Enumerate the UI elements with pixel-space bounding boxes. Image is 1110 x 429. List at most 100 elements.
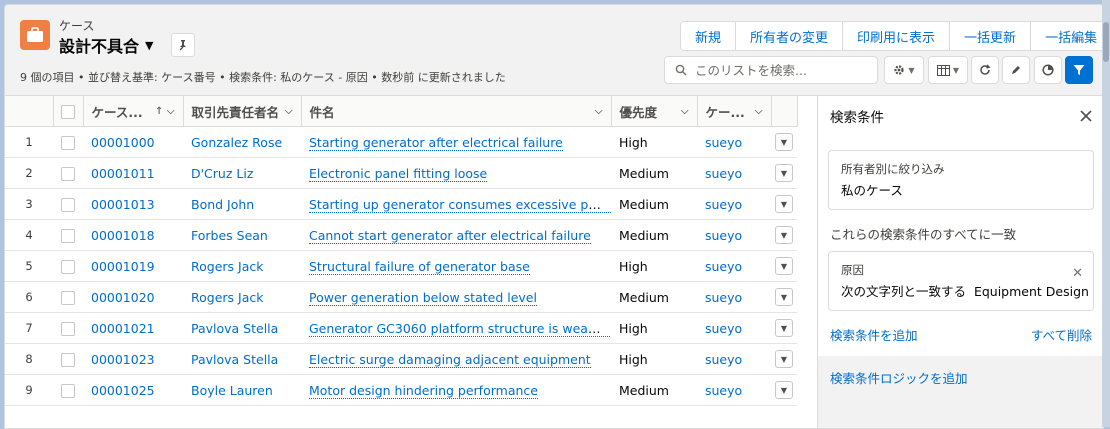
case-number-link[interactable]: 00001019	[83, 250, 183, 282]
subject-link[interactable]: Starting up generator consumes excessive…	[301, 188, 611, 220]
contact-name-link[interactable]: Rogers Jack	[183, 281, 301, 313]
filter-button[interactable]	[1065, 56, 1093, 84]
row-checkbox[interactable]	[53, 312, 83, 344]
contact-name-link[interactable]: Boyle Lauren	[183, 374, 301, 406]
contact-name-link[interactable]: Bond John	[183, 188, 301, 220]
row-number-header	[5, 96, 54, 127]
owner-alias-link[interactable]: sueyo	[697, 219, 771, 251]
row-checkbox[interactable]	[53, 188, 83, 220]
contact-name-link[interactable]: D'Cruz Liz	[183, 157, 301, 189]
refresh-icon	[980, 64, 991, 75]
contact-name-link[interactable]: Rogers Jack	[183, 250, 301, 282]
new-button[interactable]: 新規	[681, 22, 737, 50]
subject-link[interactable]: Structural failure of generator base	[301, 250, 611, 282]
row-action-menu[interactable]: ▼	[771, 374, 797, 406]
row-action-menu[interactable]: ▼	[771, 219, 797, 251]
pin-button[interactable]	[171, 33, 195, 57]
contact-name-link[interactable]: Pavlova Stella	[183, 343, 301, 375]
row-checkbox[interactable]	[53, 281, 83, 313]
row-checkbox[interactable]	[53, 126, 83, 158]
row-checkbox[interactable]	[53, 374, 83, 406]
case-number-link[interactable]: 00001021	[83, 312, 183, 344]
action-button-group: 新規 所有者の変更 印刷用に表示 一括更新 一括編集	[680, 21, 1103, 51]
subject-link[interactable]: Power generation below stated level	[301, 281, 611, 313]
row-action-menu[interactable]: ▼	[771, 312, 797, 344]
owner-alias-link[interactable]: sueyo	[697, 312, 771, 344]
owner-alias-link[interactable]: sueyo	[697, 157, 771, 189]
row-action-menu[interactable]: ▼	[771, 188, 797, 220]
owner-filter[interactable]: 所有者別に絞り込み 私のケース	[828, 150, 1094, 210]
owner-alias-link[interactable]: sueyo	[697, 374, 771, 406]
case-number-link[interactable]: 00001000	[83, 126, 183, 158]
list-view-picker[interactable]: 設計不具合 ▼	[59, 33, 153, 57]
remove-filter-icon[interactable]: ✕	[1072, 266, 1083, 281]
subject-link[interactable]: Electric surge damaging adjacent equipme…	[301, 343, 611, 375]
case-number-link[interactable]: 00001025	[83, 374, 183, 406]
column-header-owner[interactable]: ケー... ⌵	[697, 96, 772, 127]
row-action-menu[interactable]: ▼	[771, 281, 797, 313]
row-checkbox[interactable]	[53, 250, 83, 282]
printable-view-button[interactable]: 印刷用に表示	[843, 22, 951, 50]
row-checkbox[interactable]	[53, 343, 83, 375]
row-checkbox[interactable]	[53, 157, 83, 189]
owner-filter-value: 私のケース	[841, 183, 903, 198]
row-checkbox[interactable]	[53, 219, 83, 251]
filter-panel-title: 検索条件	[830, 110, 884, 126]
charts-button[interactable]	[1034, 56, 1062, 84]
table-row: 3 00001013 Bond John Starting up generator …	[5, 188, 797, 220]
inline-edit-button[interactable]	[1002, 56, 1030, 84]
chevron-down-icon: ▼	[775, 319, 793, 338]
filter-panel: 検索条件 所有者別に絞り込み 私のケース これらの検索条件のすべてに一致 原因 …	[817, 95, 1103, 428]
filter-panel-body: 所有者別に絞り込み 私のケース これらの検索条件のすべてに一致 原因 次の文字列…	[818, 136, 1103, 356]
column-header-subject[interactable]: 件名 ⌵	[301, 96, 612, 127]
column-header-case-number[interactable]: ケース... ↑ ⌵	[83, 96, 184, 127]
subject-link[interactable]: Electronic panel fitting loose	[301, 157, 611, 189]
owner-alias-link[interactable]: sueyo	[697, 343, 771, 375]
mass-update-button[interactable]: 一括更新	[950, 22, 1032, 50]
add-filter-logic-link[interactable]: 検索条件ロジックを追加	[818, 356, 1103, 399]
contact-name-link[interactable]: Gonzalez Rose	[183, 126, 301, 158]
search-input[interactable]	[693, 61, 872, 79]
refresh-button[interactable]	[971, 56, 999, 84]
row-number: 2	[5, 157, 53, 189]
chevron-down-icon: ▼	[775, 257, 793, 276]
list-search-box[interactable]	[664, 56, 878, 84]
owner-alias-link[interactable]: sueyo	[697, 126, 771, 158]
page-scrollbar-thumb[interactable]	[1103, 22, 1109, 62]
row-number: 6	[5, 281, 53, 313]
subject-link[interactable]: Starting generator after electrical fail…	[301, 126, 611, 158]
owner-alias-link[interactable]: sueyo	[697, 281, 771, 313]
case-number-link[interactable]: 00001013	[83, 188, 183, 220]
row-action-menu[interactable]: ▼	[771, 126, 797, 158]
select-all-checkbox[interactable]	[53, 96, 84, 127]
remove-all-link[interactable]: すべて削除	[1031, 325, 1092, 344]
subject-link[interactable]: Motor design hindering performance	[301, 374, 611, 406]
subject-link[interactable]: Cannot start generator after electrical …	[301, 219, 611, 251]
owner-alias-link[interactable]: sueyo	[697, 188, 771, 220]
filter-condition[interactable]: 原因 次の文字列と一致する Equipment Design ✕	[828, 251, 1094, 311]
search-icon	[675, 64, 687, 76]
list-view-card: ケース 設計不具合 ▼ 新規 所有者の変更 印刷用に表示 一括更新 一括編集 9…	[4, 4, 1104, 429]
row-action-menu[interactable]: ▼	[771, 250, 797, 282]
case-number-link[interactable]: 00001011	[83, 157, 183, 189]
case-number-link[interactable]: 00001018	[83, 219, 183, 251]
case-number-link[interactable]: 00001020	[83, 281, 183, 313]
list-settings-button[interactable]: ▼	[884, 56, 924, 84]
page-scrollbar[interactable]	[1102, 0, 1110, 427]
row-action-menu[interactable]: ▼	[771, 343, 797, 375]
column-header-contact[interactable]: 取引先責任者名 ⌵	[183, 96, 302, 127]
add-filter-link[interactable]: 検索条件を追加	[830, 325, 918, 344]
contact-name-link[interactable]: Forbes Sean	[183, 219, 301, 251]
close-icon[interactable]	[1080, 110, 1092, 122]
subject-link[interactable]: Generator GC3060 platform structure is w…	[301, 312, 611, 344]
owner-alias-link[interactable]: sueyo	[697, 250, 771, 282]
case-number-link[interactable]: 00001023	[83, 343, 183, 375]
contact-name-link[interactable]: Pavlova Stella	[183, 312, 301, 344]
filter-links: 検索条件を追加 すべて削除	[828, 325, 1094, 344]
row-action-menu[interactable]: ▼	[771, 157, 797, 189]
change-owner-button[interactable]: 所有者の変更	[736, 22, 844, 50]
row-number: 5	[5, 250, 53, 282]
mass-edit-button[interactable]: 一括編集	[1031, 22, 1103, 50]
display-as-button[interactable]: ▼	[928, 56, 968, 84]
column-header-priority[interactable]: 優先度 ⌵	[611, 96, 698, 127]
